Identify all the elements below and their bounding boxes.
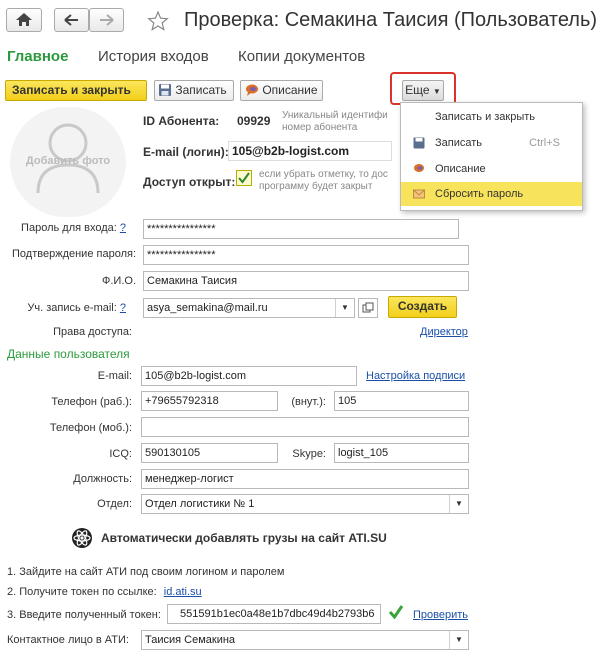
password-field[interactable]: **************** <box>143 219 459 239</box>
more-button[interactable]: Еще ▼ <box>402 80 444 101</box>
description-icon <box>246 84 258 96</box>
back-button[interactable] <box>54 8 89 32</box>
ati-contact-label: Контактное лицо в АТИ: <box>7 634 129 646</box>
password-confirm-field[interactable]: **************** <box>143 245 469 265</box>
password-label: Пароль для входа: ? <box>21 222 126 234</box>
user-data-section-title: Данные пользователя <box>7 347 130 361</box>
signature-settings-link[interactable]: Настройка подписи <box>366 370 465 382</box>
icq-field[interactable]: 590130105 <box>141 443 278 463</box>
email-account-label: Уч. запись e-mail: ? <box>27 302 126 314</box>
more-dropdown-menu: Записать и закрыть Записать Ctrl+S Описа… <box>400 102 583 211</box>
save-shortcut: Ctrl+S <box>529 137 560 149</box>
position-label: Должность: <box>73 473 132 485</box>
description-button[interactable]: Описание <box>240 80 323 101</box>
ati-step-3: 3. Введите полученный токен: <box>7 609 161 621</box>
tab-login-history[interactable]: История входов <box>98 48 209 65</box>
skype-label: Skype: <box>292 448 326 460</box>
ati-title: Автоматически добавлять грузы на сайт AT… <box>101 531 387 545</box>
access-open-label: Доступ открыт: <box>143 175 236 189</box>
ati-contact-value: Таисия Семакина <box>145 634 236 646</box>
save-button[interactable]: Записать <box>154 80 234 101</box>
open-email-account-button[interactable] <box>358 298 378 318</box>
chevron-down-icon: ▼ <box>432 87 441 96</box>
phone-work-label: Телефон (раб.): <box>51 396 132 408</box>
add-photo-label: Добавить фото <box>25 155 111 167</box>
user-email-label: E-mail: <box>97 370 132 382</box>
chevron-down-icon[interactable]: ▼ <box>335 299 354 317</box>
save-and-close-label: Записать и закрыть <box>12 83 131 97</box>
user-email-field[interactable]: 105@b2b-logist.com <box>141 366 357 386</box>
chevron-down-icon[interactable]: ▼ <box>449 495 468 513</box>
subscriber-id-label: ID Абонента: <box>143 114 220 128</box>
position-field[interactable]: менеджер-логист <box>141 469 469 489</box>
subscriber-id-hint: Уникальный идентифи номер абонента <box>282 110 388 133</box>
home-button[interactable] <box>6 8 42 32</box>
access-open-checkbox[interactable] <box>236 170 252 186</box>
phone-work-field[interactable]: +79655792318 <box>141 391 278 411</box>
phone-ext-label: (внут.): <box>291 396 326 408</box>
email-account-select[interactable]: asya_semakina@mail.ru ▼ <box>143 298 355 318</box>
skype-field[interactable]: logist_105 <box>334 443 469 463</box>
login-email-label: E-mail (логин): <box>143 145 229 159</box>
tab-document-copies[interactable]: Копии документов <box>238 48 365 65</box>
floppy-disk-icon <box>413 137 425 149</box>
ati-step-1: 1. Зайдите на сайт АТИ под своим логином… <box>7 566 285 578</box>
ati-contact-select[interactable]: Таисия Семакина ▼ <box>141 630 469 650</box>
email-account-value: asya_semakina@mail.ru <box>147 302 268 314</box>
department-label: Отдел: <box>97 498 132 510</box>
star-icon[interactable] <box>146 10 170 32</box>
description-icon <box>414 164 424 172</box>
forward-button[interactable] <box>89 8 124 32</box>
ati-step-2: 2. Получите токен по ссылке: id.ati.su <box>7 586 202 598</box>
open-window-icon <box>362 302 374 313</box>
token-valid-check-icon <box>388 605 404 620</box>
menu-item-save[interactable]: Записать Ctrl+S <box>401 131 582 155</box>
access-rights-label: Права доступа: <box>53 326 132 338</box>
email-account-help-icon[interactable]: ? <box>120 302 126 314</box>
arrow-right-icon <box>100 14 114 26</box>
create-email-button[interactable]: Создать <box>388 296 457 318</box>
fio-field[interactable]: Семакина Таисия <box>143 271 469 291</box>
phone-mobile-field[interactable] <box>141 417 469 437</box>
menu-item-reset-password[interactable]: Сбросить пароль <box>401 182 582 206</box>
more-label: Еще <box>405 83 430 97</box>
subscriber-id-value: 09929 <box>237 114 271 128</box>
access-rights-link[interactable]: Директор <box>420 326 468 338</box>
check-token-link[interactable]: Проверить <box>413 609 468 621</box>
arrow-left-icon <box>64 14 78 26</box>
icq-label: ICQ: <box>109 448 132 460</box>
home-icon <box>16 13 32 26</box>
floppy-disk-icon <box>159 84 171 96</box>
department-select[interactable]: Отдел логистики № 1 ▼ <box>141 494 469 514</box>
save-label: Записать <box>175 83 227 97</box>
access-open-hint: если убрать отметку, то дос программу бу… <box>259 169 388 192</box>
chevron-down-icon[interactable]: ▼ <box>449 631 468 649</box>
department-value: Отдел логистики № 1 <box>145 498 255 510</box>
fio-label: Ф.И.О. <box>102 275 136 287</box>
phone-ext-field[interactable]: 105 <box>334 391 469 411</box>
menu-item-save-and-close[interactable]: Записать и закрыть <box>401 105 582 129</box>
ati-logo-icon <box>72 528 92 548</box>
ati-token-link[interactable]: id.ati.su <box>164 586 202 598</box>
save-and-close-button[interactable]: Записать и закрыть <box>5 80 147 101</box>
tab-main[interactable]: Главное <box>7 48 68 65</box>
photo-placeholder[interactable]: Добавить фото <box>10 107 126 217</box>
menu-item-description[interactable]: Описание <box>401 157 582 181</box>
phone-mobile-label: Телефон (моб.): <box>49 422 132 434</box>
login-email-field[interactable]: 105@b2b-logist.com <box>228 141 392 161</box>
checkmark-icon <box>238 172 250 184</box>
page-title: Проверка: Семакина Таисия (Пользователь) <box>184 9 598 31</box>
password-help-icon[interactable]: ? <box>120 222 126 234</box>
description-label: Описание <box>262 83 318 97</box>
ati-token-field[interactable]: 551591b1ec0a48e1b7dbc49d4b2793b6 <box>167 604 381 624</box>
envelope-icon <box>413 189 425 199</box>
password-confirm-label: Подтверждение пароля: <box>12 248 136 260</box>
